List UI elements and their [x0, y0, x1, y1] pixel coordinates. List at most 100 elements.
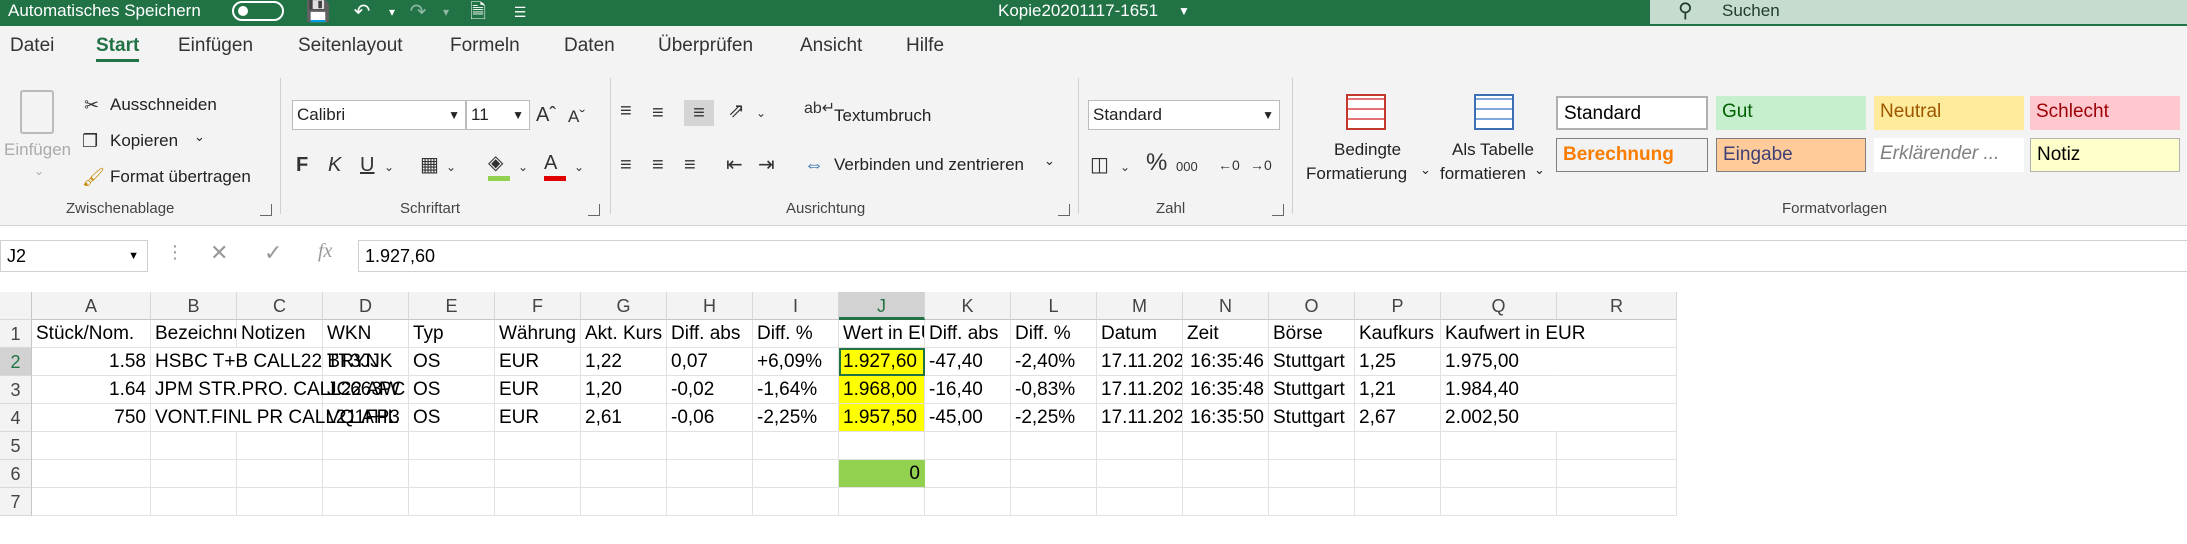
enter-icon[interactable]: ✓	[264, 240, 282, 266]
column-header-l[interactable]: L	[1011, 292, 1097, 320]
cancel-icon[interactable]: ✕	[210, 240, 228, 266]
conditional-formatting-label-1[interactable]: Bedingte	[1334, 140, 1401, 160]
cell-r3[interactable]	[1557, 376, 1677, 404]
cell-a1[interactable]: Stück/Nom.	[32, 320, 151, 348]
cell-q2[interactable]: 1.975,00	[1441, 348, 1557, 376]
formula-input[interactable]: 1.927,60	[358, 240, 2187, 272]
conditional-formatting-label-2[interactable]: Formatierung	[1306, 164, 1407, 184]
cell-n2[interactable]: 16:35:46	[1183, 348, 1269, 376]
increase-font-icon[interactable]: Aˆ	[536, 102, 556, 128]
clipboard-launcher-icon[interactable]	[260, 204, 272, 216]
cell-o6[interactable]	[1269, 460, 1355, 488]
cell-d5[interactable]	[323, 432, 409, 460]
cell-p7[interactable]	[1355, 488, 1441, 516]
cell-o5[interactable]	[1269, 432, 1355, 460]
cell-h4[interactable]: -0,06	[667, 404, 753, 432]
cell-l6[interactable]	[1011, 460, 1097, 488]
column-header-a[interactable]: A	[32, 292, 151, 320]
fill-color-dropdown-icon[interactable]: ⌄	[518, 154, 528, 180]
cell-j1[interactable]: Wert in EUR	[839, 320, 925, 348]
cell-j6[interactable]: 0	[839, 460, 925, 488]
redo-icon[interactable]: ↷	[404, 1, 432, 23]
cell-h6[interactable]	[667, 460, 753, 488]
cell-q5[interactable]	[1441, 432, 1557, 460]
copy-button[interactable]: Kopieren	[110, 131, 178, 151]
cell-c6[interactable]	[237, 460, 323, 488]
align-top-icon[interactable]: ≡	[620, 98, 632, 124]
cell-k7[interactable]	[925, 488, 1011, 516]
cell-l2[interactable]: -2,40%	[1011, 348, 1097, 376]
search-box[interactable]: ⚲ Suchen	[1650, 0, 2187, 24]
cell-r7[interactable]	[1557, 488, 1677, 516]
cell-j2[interactable]: 1.927,60	[839, 348, 925, 376]
wrap-text-button[interactable]: Textumbruch	[834, 106, 931, 126]
row-header-1[interactable]: 1	[0, 320, 32, 348]
row-header-7[interactable]: 7	[0, 488, 32, 516]
fill-color-icon[interactable]: ◈	[488, 150, 503, 176]
paste-dropdown-icon[interactable]: ⌄	[34, 164, 44, 178]
tab-datei[interactable]: Datei	[10, 26, 54, 66]
merge-center-button[interactable]: Verbinden und zentrieren	[834, 155, 1024, 175]
cell-d6[interactable]	[323, 460, 409, 488]
cell-g5[interactable]	[581, 432, 667, 460]
cell-k6[interactable]	[925, 460, 1011, 488]
tab-start[interactable]: Start	[96, 26, 140, 66]
document-title[interactable]: Kopie20201117-1651	[998, 0, 1158, 26]
format-as-table-dropdown-icon[interactable]: ⌄	[1534, 162, 1545, 178]
customize-quick-access-icon[interactable]: ☰	[506, 1, 534, 23]
paste-icon[interactable]	[20, 90, 54, 134]
font-size-combo[interactable]: 11 ▼	[466, 100, 530, 130]
cell-l7[interactable]	[1011, 488, 1097, 516]
cell-e7[interactable]	[409, 488, 495, 516]
column-header-d[interactable]: D	[323, 292, 409, 320]
cell-q6[interactable]	[1441, 460, 1557, 488]
cell-o3[interactable]: Stuttgart	[1269, 376, 1355, 404]
cell-b5[interactable]	[151, 432, 237, 460]
style-schlecht[interactable]: Schlecht	[2030, 96, 2180, 130]
cell-i1[interactable]: Diff. %	[753, 320, 839, 348]
cell-n6[interactable]	[1183, 460, 1269, 488]
underline-button[interactable]: U	[360, 152, 374, 178]
cell-h1[interactable]: Diff. abs	[667, 320, 753, 348]
orientation-icon[interactable]: ⇗	[728, 98, 745, 124]
tab-ansicht[interactable]: Ansicht	[800, 26, 862, 66]
style-notiz[interactable]: Notiz	[2030, 138, 2180, 172]
underline-dropdown-icon[interactable]: ⌄	[384, 154, 394, 180]
style-berechnung[interactable]: Berechnung	[1556, 138, 1708, 172]
cell-p5[interactable]	[1355, 432, 1441, 460]
borders-dropdown-icon[interactable]: ⌄	[446, 154, 456, 180]
cell-a5[interactable]	[32, 432, 151, 460]
italic-button[interactable]: K	[328, 152, 341, 178]
cell-f4[interactable]: EUR	[495, 404, 581, 432]
cell-k1[interactable]: Diff. abs	[925, 320, 1011, 348]
increase-decimal-icon[interactable]: ←0	[1218, 152, 1240, 178]
cell-n1[interactable]: Zeit	[1183, 320, 1269, 348]
bold-button[interactable]: F	[296, 152, 308, 178]
row-header-3[interactable]: 3	[0, 376, 32, 404]
tab-einfuegen[interactable]: Einfügen	[178, 26, 253, 66]
cell-n3[interactable]: 16:35:48	[1183, 376, 1269, 404]
cell-f7[interactable]	[495, 488, 581, 516]
cell-b2[interactable]: HSBC T+B CALL22 BRYN	[151, 348, 380, 376]
column-header-i[interactable]: I	[753, 292, 839, 320]
cell-o7[interactable]	[1269, 488, 1355, 516]
column-header-p[interactable]: P	[1355, 292, 1441, 320]
cell-p2[interactable]: 1,25	[1355, 348, 1441, 376]
cell-i7[interactable]	[753, 488, 839, 516]
cell-m3[interactable]: 17.11.2020	[1097, 376, 1183, 404]
orientation-dropdown-icon[interactable]: ⌄	[756, 100, 766, 126]
column-header-h[interactable]: H	[667, 292, 753, 320]
tab-hilfe[interactable]: Hilfe	[906, 26, 944, 66]
cell-g7[interactable]	[581, 488, 667, 516]
cell-j3[interactable]: 1.968,00	[839, 376, 925, 404]
cell-h3[interactable]: -0,02	[667, 376, 753, 404]
cell-q3[interactable]: 1.984,40	[1441, 376, 1557, 404]
style-erklaerender[interactable]: Erklärender ...	[1874, 138, 2024, 172]
cell-b7[interactable]	[151, 488, 237, 516]
cell-j7[interactable]	[839, 488, 925, 516]
cell-i2[interactable]: +6,09%	[753, 348, 839, 376]
name-box-dropdown-icon[interactable]: ▼	[128, 241, 139, 271]
cell-f2[interactable]: EUR	[495, 348, 581, 376]
cell-c1[interactable]: Notizen	[237, 320, 323, 348]
format-as-table-label-2[interactable]: formatieren	[1440, 164, 1526, 184]
